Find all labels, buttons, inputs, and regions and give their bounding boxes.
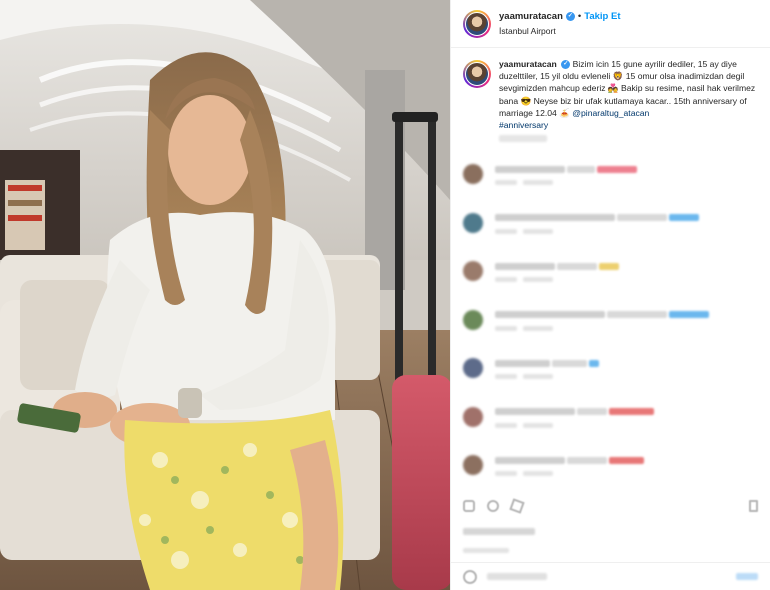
post-side-panel: yaamuratacan ✓ • Takip Et İstanbul Airpo… [450, 0, 770, 590]
comment-row [463, 352, 758, 401]
comment-row [463, 304, 758, 353]
verified-badge-icon: ✓ [565, 12, 575, 21]
comment-text-blurred [495, 358, 758, 368]
post-caption: yaamuratacan ✓ Bizim icin 15 gune ayrili… [451, 48, 770, 158]
comment-text-blurred [495, 310, 758, 320]
comment-meta-blurred [495, 471, 758, 476]
follow-button[interactable]: Takip Et [584, 10, 620, 24]
photo-illustration [0, 0, 450, 590]
comment-row [463, 158, 758, 207]
comment-list [451, 158, 770, 498]
post-comment-button[interactable] [736, 573, 758, 580]
comment-text-blurred [495, 164, 758, 174]
heart-icon[interactable] [463, 500, 475, 512]
comment-meta-blurred [495, 180, 758, 185]
comment-input-placeholder-blurred[interactable] [487, 573, 547, 580]
post-location[interactable]: İstanbul Airport [499, 24, 620, 38]
comment-row [463, 449, 758, 498]
comment-row [463, 401, 758, 450]
comment-text-blurred [495, 407, 758, 417]
comment-icon[interactable] [487, 500, 499, 512]
emoji-icon[interactable] [463, 569, 477, 584]
comment-meta-blurred [495, 228, 758, 234]
comment-meta-blurred [495, 277, 758, 282]
commenter-avatar[interactable] [463, 455, 483, 475]
caption-mention-link[interactable]: @pinaraltug_atacan [572, 108, 649, 118]
comment-row [463, 207, 758, 256]
commenter-avatar[interactable] [463, 358, 483, 378]
action-bar [463, 498, 758, 514]
likes-count-blurred [463, 528, 535, 535]
comment-text-blurred [495, 213, 758, 223]
bookmark-icon[interactable] [749, 500, 758, 512]
commenter-avatar[interactable] [463, 309, 483, 330]
share-icon[interactable] [509, 498, 525, 514]
caption-timestamp-blurred [499, 135, 547, 143]
comment-row [463, 255, 758, 304]
comment-text-blurred [495, 455, 758, 465]
comment-meta-blurred [495, 374, 758, 379]
author-username[interactable]: yaamuratacan [499, 10, 563, 24]
post-photo [0, 0, 450, 590]
caption-username[interactable]: yaamuratacan [499, 59, 557, 69]
caption-author-avatar[interactable] [463, 60, 491, 88]
comment-meta-blurred [495, 325, 758, 331]
separator-dot: • [577, 10, 582, 22]
add-comment-bar [451, 562, 770, 590]
comment-meta-blurred [495, 422, 758, 428]
commenter-avatar[interactable] [463, 164, 483, 184]
post-date-blurred [463, 548, 509, 553]
post-header: yaamuratacan ✓ • Takip Et İstanbul Airpo… [451, 0, 770, 48]
comment-text-blurred [495, 261, 758, 271]
caption-verified-icon: ✓ [561, 60, 571, 70]
commenter-avatar[interactable] [463, 212, 483, 233]
caption-hashtag-link[interactable]: #anniversary [499, 120, 548, 130]
commenter-avatar[interactable] [463, 406, 483, 427]
author-avatar[interactable] [463, 9, 491, 38]
commenter-avatar[interactable] [463, 261, 483, 281]
